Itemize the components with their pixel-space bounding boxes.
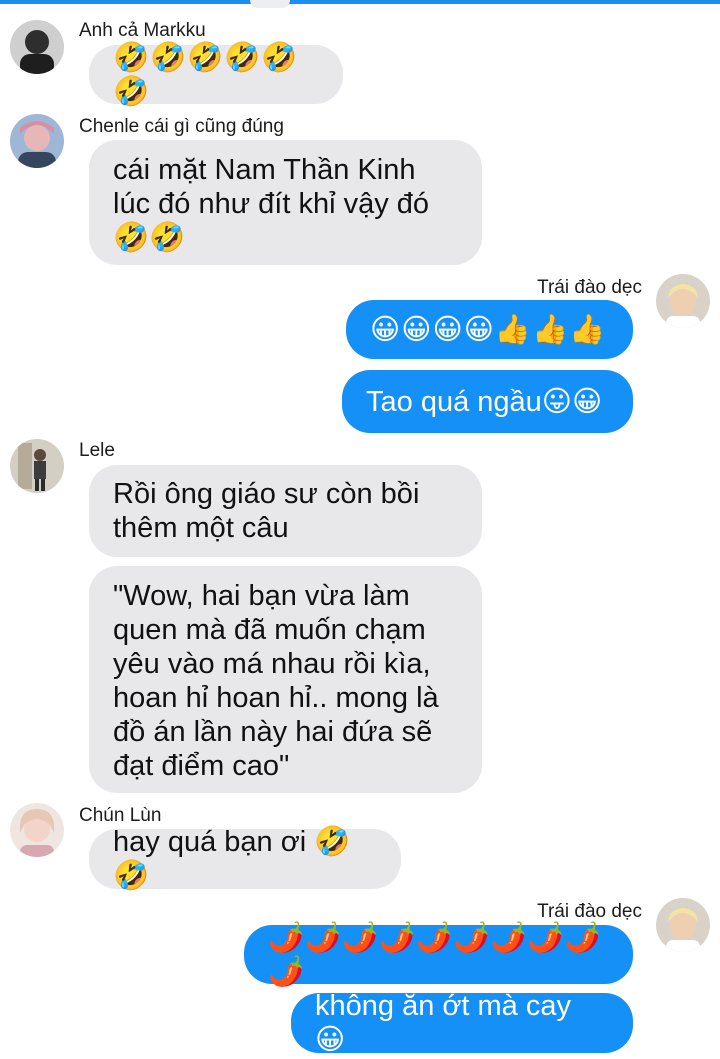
sender-name: Anh cả Markku — [79, 20, 206, 41]
message-text: "Wow, hai bạn vừa làm quen mà đã muốn ch… — [113, 580, 439, 782]
message-bubble[interactable]: 🤣🤣🤣🤣🤣🤣 — [89, 42, 343, 108]
message-text: cái mặt Nam Thần Kinh lúc đó như đít khỉ… — [113, 154, 430, 254]
avatar-chun-lun[interactable] — [10, 803, 64, 857]
avatar-lele[interactable] — [10, 439, 64, 493]
avatar-anh-ca-markku[interactable] — [10, 20, 64, 74]
message-text: 🌶️🌶️🌶️🌶️🌶️🌶️🌶️🌶️🌶️🌶️ — [268, 921, 602, 988]
avatar-trai-dao-dec[interactable] — [656, 898, 710, 952]
sender-name: Lele — [79, 440, 115, 461]
message-text: không ăn ớt mà cay 😀 — [315, 990, 580, 1056]
message-bubble[interactable]: Rồi ông giáo sư còn bồi thêm một câu — [89, 465, 482, 557]
message-bubble[interactable]: Tao quá ngầu😛😀 — [342, 370, 633, 433]
message-text: hay quá bạn ơi 🤣🤣 — [113, 826, 351, 892]
message-bubble[interactable]: 🌶️🌶️🌶️🌶️🌶️🌶️🌶️🌶️🌶️🌶️ — [244, 922, 633, 988]
avatar-trai-dao-dec[interactable] — [656, 274, 710, 328]
avatar-chenle[interactable] — [10, 114, 64, 168]
message-text: Rồi ông giáo sư còn bồi thêm một câu — [113, 478, 420, 544]
sender-name: Chún Lùn — [79, 805, 162, 826]
message-text: 😀😀😀😀👍👍👍 — [370, 313, 607, 346]
message-bubble[interactable]: không ăn ớt mà cay 😀 — [291, 990, 633, 1056]
message-text: 🤣🤣🤣🤣🤣🤣 — [113, 41, 299, 108]
message-text: Tao quá ngầu😛😀 — [366, 385, 603, 418]
message-bubble[interactable]: 😀😀😀😀👍👍👍 — [346, 300, 633, 359]
top-accent-bar — [0, 0, 720, 4]
message-bubble[interactable]: cái mặt Nam Thần Kinh lúc đó như đít khỉ… — [89, 140, 482, 265]
sender-name: Chenle cái gì cũng đúng — [79, 116, 284, 137]
message-bubble[interactable]: hay quá bạn ơi 🤣🤣 — [89, 826, 401, 892]
sender-name: Trái đào dẹc — [537, 277, 642, 298]
message-bubble[interactable]: "Wow, hai bạn vừa làm quen mà đã muốn ch… — [89, 566, 482, 793]
previous-message-stub — [250, 0, 290, 8]
